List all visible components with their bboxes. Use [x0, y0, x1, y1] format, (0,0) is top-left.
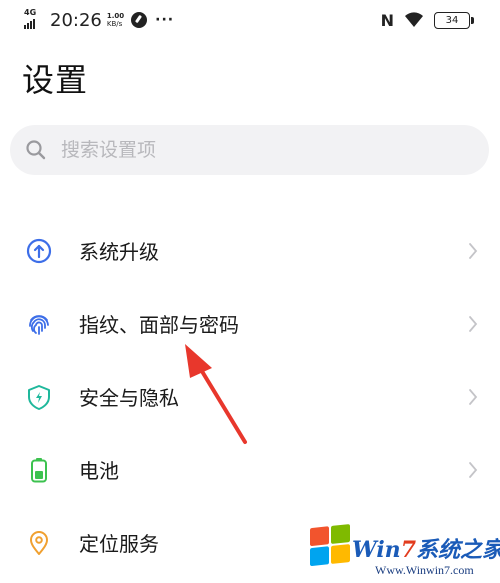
shield-icon: [28, 385, 50, 410]
settings-item-fingerprint[interactable]: 指纹、面部与密码: [0, 287, 500, 360]
settings-item-label: 定位服务: [79, 532, 159, 556]
battery-indicator: 34: [434, 11, 474, 29]
battery-level: 34: [445, 14, 459, 26]
network-speed: 1.00 KB/s: [107, 12, 124, 28]
location-icon: [30, 531, 48, 555]
page-title: 设置: [22, 61, 89, 99]
speed-value: 1.00: [106, 12, 125, 20]
watermark-url: Www.Winwin7.com: [375, 563, 474, 577]
battery-icon: [31, 458, 47, 483]
cellular-signal-icon: 4G: [24, 9, 46, 31]
fingerprint-icon: [29, 315, 49, 335]
wifi-icon: [405, 12, 423, 27]
chevron-right-icon: [469, 462, 478, 478]
chevron-right-icon: [469, 316, 478, 332]
settings-item-label: 电池: [79, 459, 119, 483]
settings-item-label: 指纹、面部与密码: [79, 313, 239, 337]
status-bar: 4G 20:26 1.00 KB/s ··· N 34: [0, 0, 500, 40]
network-type: 4G: [24, 8, 37, 17]
settings-item-label: 系统升级: [79, 240, 159, 264]
search-input[interactable]: [59, 138, 443, 162]
windows-logo-icon: [310, 524, 352, 568]
upgrade-icon: [26, 238, 52, 264]
chevron-right-icon: [469, 243, 478, 259]
nfc-icon: N: [380, 10, 394, 30]
notification-app-icon: [131, 12, 148, 28]
search-bar[interactable]: [10, 125, 489, 175]
watermark: Win7系统之家 Www.Winwin7.com: [302, 518, 500, 583]
search-icon: [26, 140, 46, 160]
settings-item-system-upgrade[interactable]: 系统升级: [0, 214, 500, 287]
clock: 20:26: [50, 9, 102, 31]
settings-item-label: 安全与隐私: [79, 386, 179, 410]
chevron-right-icon: [469, 389, 478, 405]
speed-unit: KB/s: [106, 20, 123, 28]
settings-item-battery[interactable]: 电池: [0, 433, 500, 506]
more-notifications-icon: ···: [155, 12, 175, 28]
settings-item-security-privacy[interactable]: 安全与隐私: [0, 360, 500, 433]
watermark-brand: Win7系统之家: [352, 537, 500, 563]
